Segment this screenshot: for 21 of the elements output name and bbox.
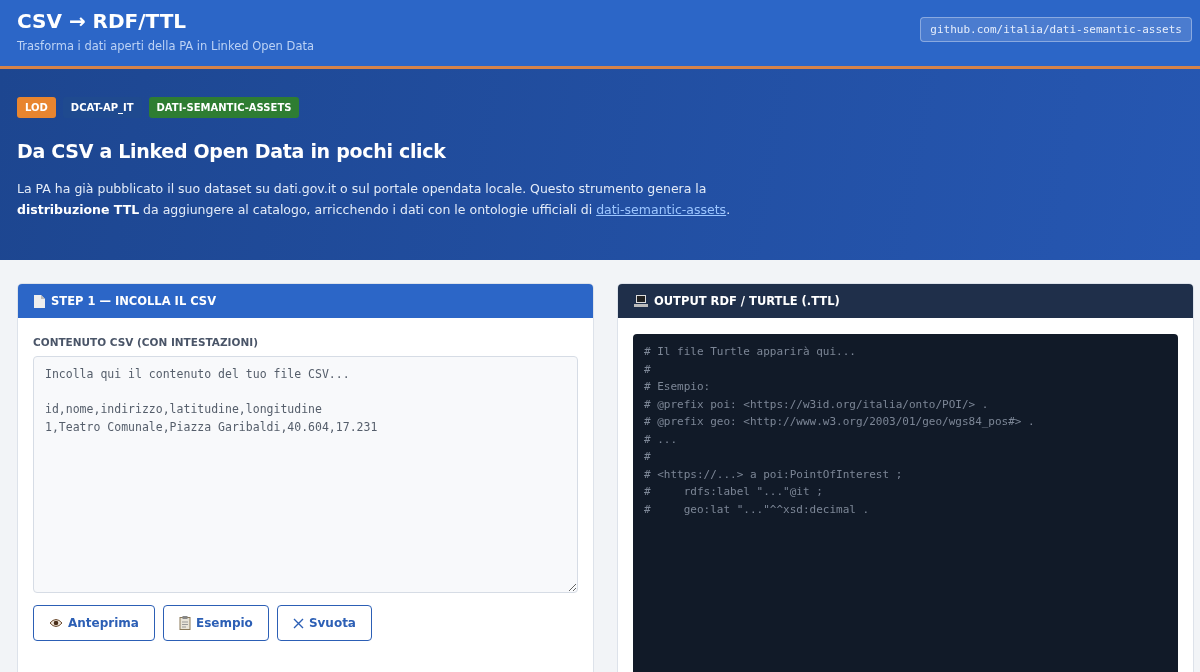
example-button[interactable]: Esempio xyxy=(162,605,269,641)
laptop-icon xyxy=(634,295,648,307)
eye-icon xyxy=(49,618,63,628)
app-title: CSV → RDF/TTL xyxy=(17,9,188,33)
csv-input-field[interactable]: Incolla qui il contenuto del tuo file CSV... id,nome,indirizzo,latitudine,longitudine 1,Teatro Comunale,Piazza Garibaldi,40.604,17.231 xyxy=(33,356,578,593)
hero-heading: Da CSV a Linked Open Data in pochi click xyxy=(17,140,447,162)
panel-title: OUTPUT RDF / TURTLE (.TTL) xyxy=(654,294,840,308)
close-icon xyxy=(292,617,304,629)
field-label: CONTENUTO CSV (CON INTESTAZIONI) xyxy=(33,336,259,348)
document-icon xyxy=(34,294,45,308)
tag-badge: DATI-SEMANTIC-ASSETS xyxy=(148,97,300,118)
preview-button[interactable]: Anteprima xyxy=(33,605,155,641)
tag-badge: LOD xyxy=(17,97,56,118)
clear-button[interactable]: Svuota xyxy=(276,605,372,641)
tag-badge: DCAT-AP_IT xyxy=(62,97,142,118)
clipboard-icon xyxy=(178,616,191,630)
hero-description: La PA ha già pubblicato il suo dataset su dati.gov.it o sul portale opendata locale. Questo strumento genera la distribuzione TTL da aggiungere al catalogo, arricchendo i dati con le ontologie ufficiali di dati-semantic-assets. xyxy=(17,180,732,219)
turtle-output: # Il file Turtle apparirà qui... # # Esempio: # @prefix poi: <https://w3id.org/italia/onto/POI/> . # @prefix geo: <http://www.w3.org/2003/01/geo/wgs84_pos#> . # ... # # <https://...> a poi:PointOfInterest ; # rdfs:label "..."@it ; # geo:lat "..."^^xsd:decimal . xyxy=(633,334,1178,672)
app-subtitle: Trasforma i dati aperti della PA in Linked Open Data xyxy=(17,39,314,53)
panel-title: STEP 1 — INCOLLA IL CSV xyxy=(51,294,217,308)
repo-link[interactable]: github.com/italia/dati-semantic-assets xyxy=(920,17,1192,42)
